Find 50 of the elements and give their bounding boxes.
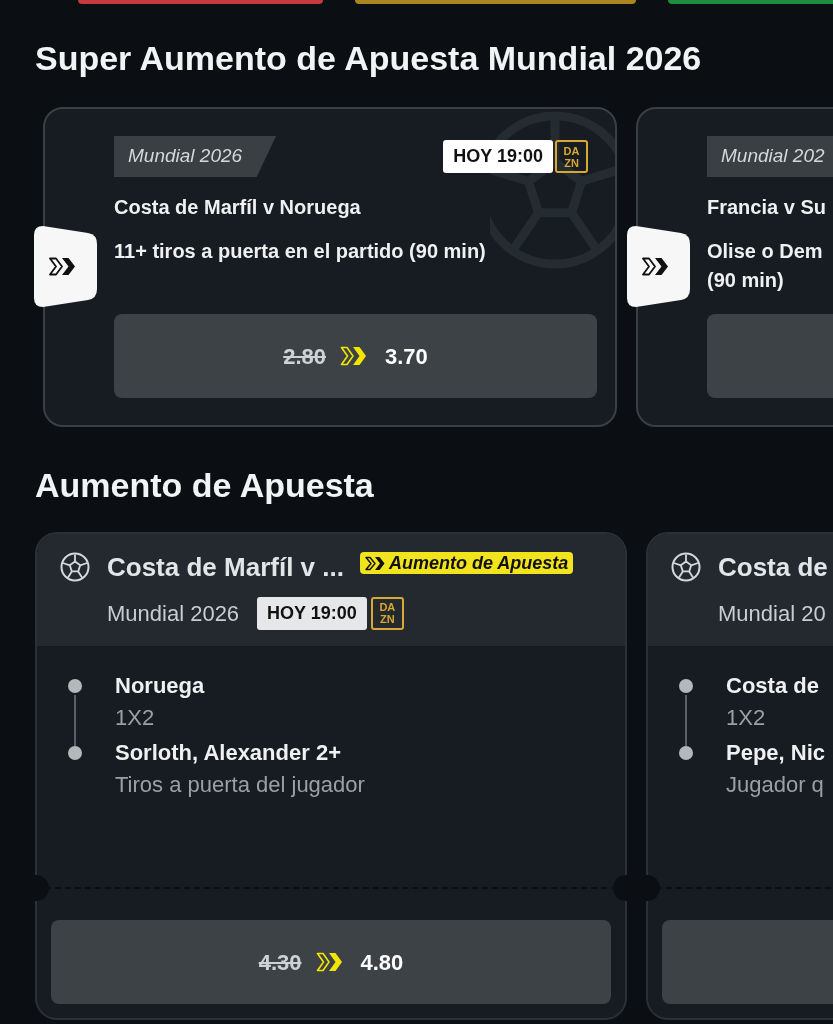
match-title: Costa de Marfíl v ... <box>107 551 344 584</box>
connector-line <box>74 695 76 746</box>
market-name: Tiros a puerta del jugador <box>115 771 365 799</box>
soccer-ball-icon <box>60 552 90 582</box>
connector-line <box>685 695 687 746</box>
channel-logo: DA ZN <box>555 140 588 173</box>
selection-name: Costa de <box>726 672 819 700</box>
selection-name: Noruega <box>115 672 205 700</box>
selection-name: Pepe, Nic <box>726 739 826 767</box>
old-odds: 4.30 <box>258 948 302 977</box>
promo-card[interactable] <box>355 0 636 4</box>
ticket-notch <box>35 875 49 901</box>
soccer-ball-icon <box>671 552 701 582</box>
odds-button[interactable]: 2.80 3.70 <box>114 314 597 398</box>
bet-card[interactable]: Costa de Marfíl v ... Aumento de Apuesta Mundial 2026 HOY 19:00 DA ZN Noruega 1X2 Sorloth, Alexander 2+ Tiros a puerta del jugador 4.30 4.80 <box>35 532 627 1020</box>
match-title: Francia v Su <box>707 195 827 220</box>
ticket-notch <box>646 875 660 901</box>
bet-card[interactable]: Costa de Mundial 20 Costa de 1X2 Pepe, Nic Jugador q <box>646 532 833 1020</box>
competition-label: Mundial 2026 <box>107 599 240 628</box>
time-badge: HOY 19:00 <box>257 596 367 630</box>
channel-logo: DA ZN <box>370 596 404 630</box>
market-text: (90 min) <box>707 268 785 293</box>
time-badge: HOY 19:00 <box>443 140 553 173</box>
ticket-notch <box>613 875 627 901</box>
boosted-odds: 3.70 <box>385 342 428 371</box>
double-chevron-icon <box>315 952 343 972</box>
competition-tag: Mundial 202 <box>707 136 833 177</box>
double-chevron-icon <box>340 346 367 366</box>
boosted-odds: 4.80 <box>360 948 404 977</box>
match-title: Costa de Marfíl v Noruega <box>114 195 362 220</box>
odds-button[interactable]: 4.30 4.80 <box>51 920 611 1004</box>
boost-card[interactable]: Mundial 2026 HOY 19:00 DA ZN Costa de Marfíl v Noruega 11+ tiros a puerta en el partido (90 min) 2.80 3.70 <box>43 107 617 427</box>
badge-label: Aumento de Apuesta <box>388 551 569 575</box>
section-title: Super Aumento de Apuesta Mundial 2026 <box>34 38 703 79</box>
competition-tag: Mundial 2026 <box>114 136 277 177</box>
boost-card[interactable]: Mundial 202 Francia v Su Olise o Dem (90 min) <box>636 107 833 427</box>
market-text: 11+ tiros a puerta en el partido (90 min) <box>114 239 487 264</box>
old-odds: 2.80 <box>283 342 326 371</box>
selection-name: Sorloth, Alexander 2+ <box>115 739 342 767</box>
boost-tab-icon <box>627 226 690 307</box>
market-name: 1X2 <box>115 704 156 732</box>
market-text: Olise o Dem <box>707 239 824 264</box>
section-title: Aumento de Apuesta <box>34 465 375 506</box>
market-name: Jugador q <box>726 771 825 799</box>
boost-tab-icon <box>34 226 97 307</box>
promo-card[interactable] <box>78 0 323 4</box>
market-name: 1X2 <box>726 704 767 732</box>
match-title: Costa de <box>718 551 828 584</box>
double-chevron-icon <box>364 555 385 571</box>
competition-label: Mundial 20 <box>718 599 826 628</box>
